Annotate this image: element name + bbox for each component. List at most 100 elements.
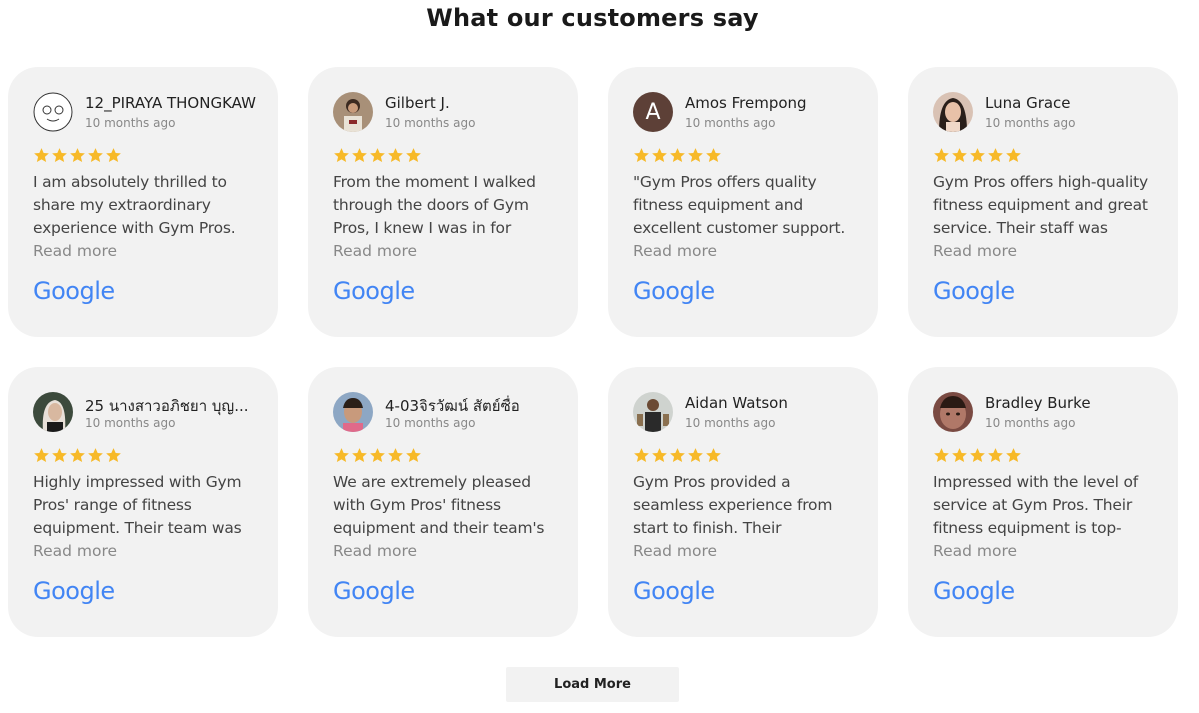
reviewer-name: Amos Frempong bbox=[685, 94, 807, 112]
review-text: "Gym Pros offers quality fitness equipme… bbox=[633, 173, 846, 237]
avatar bbox=[33, 92, 73, 132]
star-icon bbox=[34, 448, 49, 463]
review-text: Gym Pros offers high-quality fitness equ… bbox=[933, 173, 1148, 237]
reviewer-name: 4-03จิรวัฒน์ สัตย์ซื่อ bbox=[385, 397, 520, 415]
review-card: Luna Grace 10 months ago Gym Pros offers… bbox=[908, 67, 1178, 337]
review-card: 4-03จิรวัฒน์ สัตย์ซื่อ 10 months ago We … bbox=[308, 367, 578, 637]
avatar bbox=[333, 392, 373, 432]
star-rating bbox=[33, 147, 122, 165]
star-icon bbox=[934, 148, 949, 163]
read-more-link[interactable]: Read more bbox=[633, 240, 717, 263]
avatar bbox=[933, 92, 973, 132]
review-text: From the moment I walked through the doo… bbox=[333, 173, 536, 237]
star-rating bbox=[633, 447, 722, 465]
review-card: Gilbert J. 10 months ago From the moment… bbox=[308, 67, 578, 337]
avatar bbox=[933, 392, 973, 432]
star-icon bbox=[688, 448, 703, 463]
star-icon bbox=[670, 148, 685, 163]
star-icon bbox=[388, 448, 403, 463]
star-icon bbox=[388, 148, 403, 163]
read-more-link[interactable]: Read more bbox=[333, 540, 417, 563]
star-icon bbox=[370, 148, 385, 163]
star-icon bbox=[34, 148, 49, 163]
read-more-link[interactable]: Read more bbox=[33, 540, 117, 563]
review-date: 10 months ago bbox=[385, 416, 476, 430]
star-icon bbox=[970, 148, 985, 163]
review-date: 10 months ago bbox=[985, 416, 1076, 430]
star-icon bbox=[406, 148, 421, 163]
avatar bbox=[33, 392, 73, 432]
star-icon bbox=[670, 448, 685, 463]
star-rating bbox=[933, 447, 1022, 465]
reviewer-name: Luna Grace bbox=[985, 94, 1071, 112]
reviewer-name: Gilbert J. bbox=[385, 94, 450, 112]
star-icon bbox=[70, 448, 85, 463]
reviewer-name: 12_PIRAYA THONGKAW bbox=[85, 94, 256, 112]
star-icon bbox=[634, 448, 649, 463]
star-icon bbox=[370, 448, 385, 463]
star-rating bbox=[33, 447, 122, 465]
star-icon bbox=[988, 448, 1003, 463]
star-icon bbox=[688, 148, 703, 163]
review-text: Highly impressed with Gym Pros' range of… bbox=[33, 473, 242, 537]
google-logo: Google bbox=[633, 277, 715, 305]
star-icon bbox=[1006, 448, 1021, 463]
star-icon bbox=[706, 448, 721, 463]
review-date: 10 months ago bbox=[685, 416, 776, 430]
google-logo: Google bbox=[933, 577, 1015, 605]
read-more-link[interactable]: Read more bbox=[333, 240, 417, 263]
review-date: 10 months ago bbox=[685, 116, 776, 130]
star-icon bbox=[352, 148, 367, 163]
google-logo: Google bbox=[333, 277, 415, 305]
star-icon bbox=[106, 448, 121, 463]
google-logo: Google bbox=[333, 577, 415, 605]
reviewer-name: 25 นางสาวอภิชยา บุญ... bbox=[85, 397, 249, 415]
load-more-button[interactable]: Load More bbox=[506, 667, 679, 702]
star-icon bbox=[952, 148, 967, 163]
star-icon bbox=[952, 448, 967, 463]
star-rating bbox=[333, 447, 422, 465]
review-card: A Amos Frempong 10 months ago "Gym Pros … bbox=[608, 67, 878, 337]
reviewer-name: Bradley Burke bbox=[985, 394, 1091, 412]
review-text: Impressed with the level of service at G… bbox=[933, 473, 1139, 537]
read-more-link[interactable]: Read more bbox=[933, 540, 1017, 563]
star-icon bbox=[106, 148, 121, 163]
avatar bbox=[333, 92, 373, 132]
star-icon bbox=[988, 148, 1003, 163]
star-icon bbox=[652, 448, 667, 463]
review-date: 10 months ago bbox=[985, 116, 1076, 130]
star-icon bbox=[334, 148, 349, 163]
review-date: 10 months ago bbox=[85, 116, 176, 130]
star-icon bbox=[88, 448, 103, 463]
star-icon bbox=[88, 148, 103, 163]
review-date: 10 months ago bbox=[385, 116, 476, 130]
star-rating bbox=[633, 147, 722, 165]
reviewer-name: Aidan Watson bbox=[685, 394, 788, 412]
star-icon bbox=[652, 148, 667, 163]
read-more-link[interactable]: Read more bbox=[933, 240, 1017, 263]
review-text: Gym Pros provided a seamless experience … bbox=[633, 473, 833, 537]
star-rating bbox=[333, 147, 422, 165]
read-more-link[interactable]: Read more bbox=[33, 240, 117, 263]
review-card: Aidan Watson 10 months ago Gym Pros prov… bbox=[608, 367, 878, 637]
google-logo: Google bbox=[33, 277, 115, 305]
review-text: We are extremely pleased with Gym Pros' … bbox=[333, 473, 545, 537]
star-icon bbox=[970, 448, 985, 463]
google-logo: Google bbox=[33, 577, 115, 605]
star-icon bbox=[406, 448, 421, 463]
star-icon bbox=[334, 448, 349, 463]
google-logo: Google bbox=[933, 277, 1015, 305]
review-text: I am absolutely thrilled to share my ext… bbox=[33, 173, 236, 237]
google-logo: Google bbox=[633, 577, 715, 605]
star-rating bbox=[933, 147, 1022, 165]
review-card: Bradley Burke 10 months ago Impressed wi… bbox=[908, 367, 1178, 637]
star-icon bbox=[934, 448, 949, 463]
review-card: 25 นางสาวอภิชยา บุญ... 10 months ago Hig… bbox=[8, 367, 278, 637]
review-date: 10 months ago bbox=[85, 416, 176, 430]
star-icon bbox=[352, 448, 367, 463]
star-icon bbox=[70, 148, 85, 163]
read-more-link[interactable]: Read more bbox=[633, 540, 717, 563]
star-icon bbox=[52, 448, 67, 463]
avatar bbox=[633, 392, 673, 432]
star-icon bbox=[634, 148, 649, 163]
